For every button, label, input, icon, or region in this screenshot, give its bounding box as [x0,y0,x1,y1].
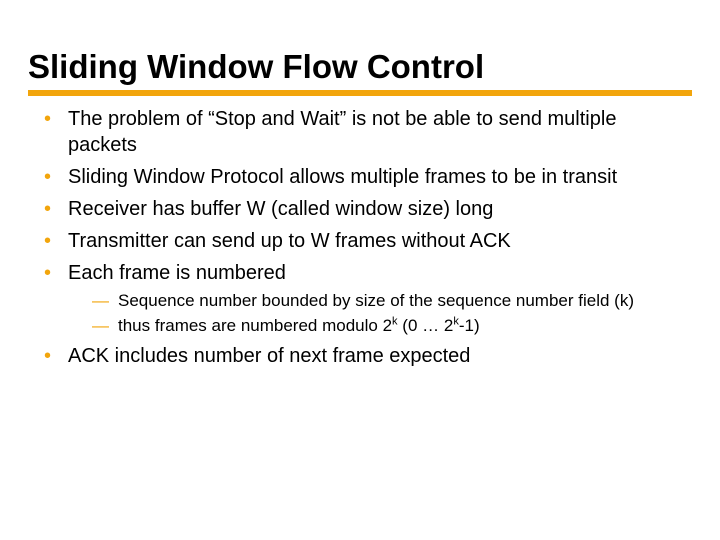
bullet-text: Each frame is numbered [68,262,286,284]
slide-title: Sliding Window Flow Control [28,48,692,88]
sub-bullet-text: thus frames are numbered modulo 2 [118,316,392,335]
bullet-item: Transmitter can send up to W frames with… [44,228,684,254]
sub-bullet-text: (0 … 2 [398,316,454,335]
sub-bullet-list: Sequence number bounded by size of the s… [68,290,684,337]
title-rule [28,90,692,96]
sub-bullet-text: -1) [459,316,480,335]
bullet-item: Receiver has buffer W (called window siz… [44,196,684,222]
sub-bullet-item: Sequence number bounded by size of the s… [92,290,684,312]
slide: Sliding Window Flow Control The problem … [0,0,720,540]
bullet-item: ACK includes number of next frame expect… [44,343,684,369]
bullet-item: The problem of “Stop and Wait” is not be… [44,106,684,158]
bullet-item: Each frame is numbered Sequence number b… [44,260,684,337]
bullet-list: The problem of “Stop and Wait” is not be… [28,106,692,369]
sub-bullet-item: thus frames are numbered modulo 2k (0 … … [92,315,684,337]
bullet-item: Sliding Window Protocol allows multiple … [44,164,684,190]
